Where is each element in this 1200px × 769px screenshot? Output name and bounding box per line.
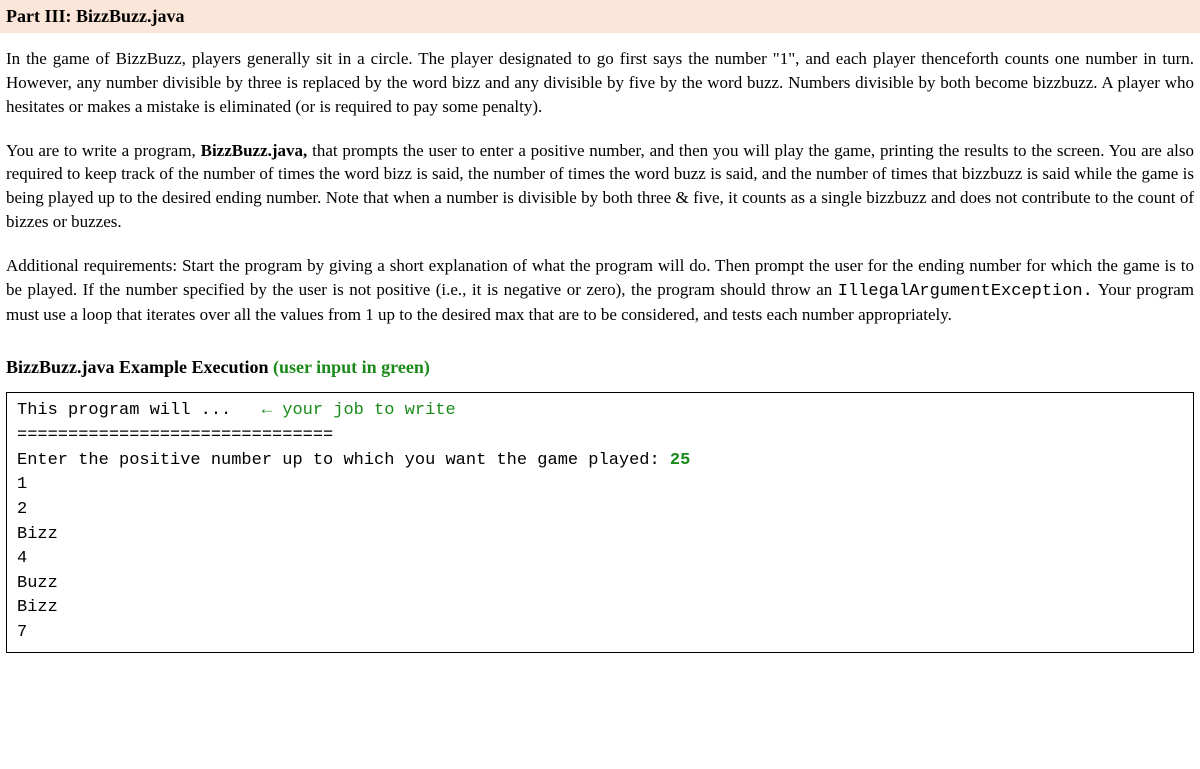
- example-heading-main: BizzBuzz.java Example Execution: [6, 357, 273, 377]
- section-title: Part III: BizzBuzz.java: [6, 6, 184, 26]
- console-output-box: This program will ... ← your job to writ…: [6, 392, 1194, 652]
- p3-exception-name: IllegalArgumentException.: [838, 282, 1093, 301]
- console-divider: ===============================: [17, 424, 1183, 449]
- program-will-text: This program will ...: [17, 401, 262, 420]
- your-job-annotation: ← your job to write: [262, 401, 456, 420]
- output-line: 7: [17, 621, 1183, 646]
- output-line: 2: [17, 498, 1183, 523]
- paragraph-task: You are to write a program, BizzBuzz.jav…: [6, 139, 1194, 234]
- output-line: 1: [17, 473, 1183, 498]
- user-input-value: 25: [670, 451, 690, 470]
- paragraph-intro: In the game of BizzBuzz, players general…: [6, 47, 1194, 118]
- console-line-intro: This program will ... ← your job to writ…: [17, 399, 1183, 424]
- output-line: Bizz: [17, 596, 1183, 621]
- p2-bold-filename: BizzBuzz.java,: [201, 141, 308, 160]
- content-block: In the game of BizzBuzz, players general…: [0, 47, 1200, 653]
- p2-prefix: You are to write a program,: [6, 141, 201, 160]
- example-heading-green: (user input in green): [273, 357, 430, 377]
- console-prompt-line: Enter the positive number up to which yo…: [17, 449, 1183, 474]
- paragraph-1-text: In the game of BizzBuzz, players general…: [6, 49, 1194, 116]
- output-line: Buzz: [17, 572, 1183, 597]
- section-header: Part III: BizzBuzz.java: [0, 0, 1200, 33]
- example-execution-header: BizzBuzz.java Example Execution (user in…: [6, 355, 1194, 380]
- prompt-text: Enter the positive number up to which yo…: [17, 451, 670, 470]
- paragraph-requirements: Additional requirements: Start the progr…: [6, 254, 1194, 327]
- output-line: Bizz: [17, 523, 1183, 548]
- output-line: 4: [17, 547, 1183, 572]
